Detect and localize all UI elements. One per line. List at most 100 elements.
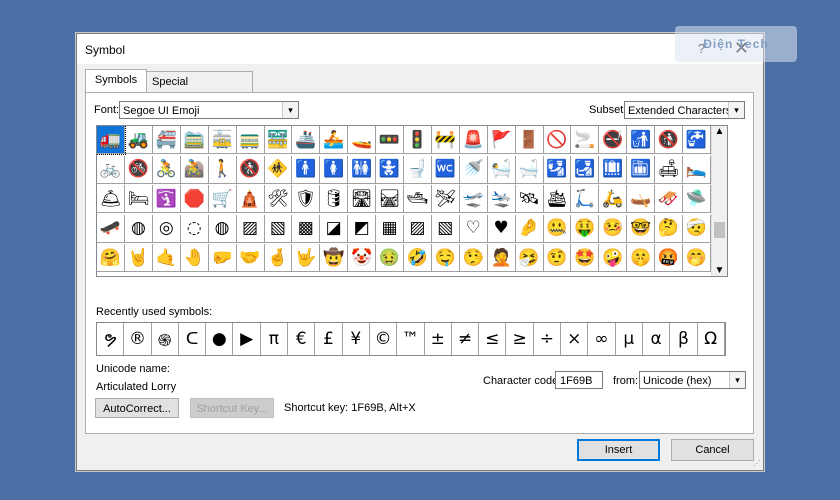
symbol-cell[interactable]: 🛰 [515,185,544,213]
symbol-cell[interactable]: 🤗 [97,244,125,272]
symbol-cell[interactable]: 🛂 [543,155,572,184]
symbol-cell[interactable]: 🚤 [348,126,377,154]
recent-symbol-cell[interactable]: ± [425,323,452,355]
recent-symbol-cell[interactable]: £ [315,323,343,355]
symbol-cell[interactable]: 🛒 [208,185,237,213]
recent-symbol-cell[interactable]: ∞ [588,323,616,355]
symbol-grid[interactable]: 🤭 🤬 🤫 🤪 🤩 🤨 🤧 🤦 🤥 🤤 🤣 🤢 🤡 🤠 🤟 🤞 🤝 🤛 🤚 🤙 🤘 🤗 🤕 🤔 🤓 🤒 🤑 🤐 🤌 ♥ ♡ ▧ ▨ ▦ ◩ ◪ ▩ ▧ ▨ ◍… [96,125,728,277]
symbol-cell[interactable]: 🛳 [543,185,572,213]
symbol-cell[interactable]: 🤣 [403,244,432,272]
symbol-cell[interactable]: 🚜 [124,126,153,154]
symbol-cell[interactable]: 🛡 [292,185,321,213]
symbol-cell[interactable]: 🤠 [320,244,349,272]
symbol-cell[interactable]: 🛤 [376,185,404,213]
recent-symbol-cell[interactable]: ֍ [152,323,179,355]
symbol-cell[interactable]: 🚛 [97,126,126,155]
symbol-cell[interactable]: 🚞 [180,126,209,154]
symbol-cell[interactable]: 🚾 [431,155,460,184]
grid-scrollbar[interactable]: ▲ ▼ [711,126,727,276]
symbol-cell[interactable]: 🛐 [152,185,181,213]
symbol-cell[interactable]: 🛬 [487,185,516,213]
scroll-thumb[interactable] [714,222,725,238]
symbol-cell[interactable]: 🚿 [459,155,488,184]
symbol-cell[interactable]: 🛵 [599,185,628,213]
symbol-cell[interactable]: 🚯 [655,126,683,154]
char-code-input[interactable]: 1F69B [555,371,603,389]
symbol-cell[interactable]: 🛹 [97,214,125,243]
symbol-cell[interactable]: 🤡 [348,244,377,272]
symbol-cell[interactable]: 🚣 [320,126,349,154]
symbol-cell[interactable]: 🚳 [124,155,153,184]
symbol-cell[interactable]: 🚋 [208,126,237,154]
symbol-cell[interactable]: 🤌 [515,214,544,243]
recent-symbol-cell[interactable]: π [261,323,289,355]
symbol-cell[interactable]: 🤐 [543,214,572,243]
symbol-cell[interactable]: 🛏 [124,185,153,213]
symbol-cell[interactable]: 🚩 [487,126,516,154]
symbol-cell[interactable]: 🤪 [599,244,628,272]
symbol-cell[interactable]: 🤑 [571,214,600,243]
symbol-cell[interactable]: 🤦 [487,244,516,272]
symbol-cell[interactable]: 🛩 [431,185,460,213]
symbol-cell[interactable]: ♡ [459,214,488,243]
recent-symbol-cell[interactable]: ¥ [343,323,370,355]
insert-button[interactable]: Insert [577,439,660,461]
symbol-cell[interactable]: 🤒 [599,214,628,243]
symbol-cell[interactable]: 🚭 [599,126,628,154]
symbol-cell[interactable]: 🚽 [403,155,432,184]
resize-grip-icon[interactable]: ⋰ [753,459,761,468]
recent-symbol-cell[interactable]: © [370,323,398,355]
symbol-cell[interactable]: ◎ [152,214,181,243]
symbol-cell[interactable]: 🚸 [264,155,293,184]
symbol-cell[interactable]: 🛌 [682,155,711,184]
symbol-cell[interactable]: 🚪 [515,126,544,154]
symbol-cell[interactable]: 🛑 [180,185,209,213]
symbol-cell[interactable]: ◪ [320,214,349,243]
symbol-cell[interactable]: 🛷 [655,185,683,213]
symbol-cell[interactable]: 🤤 [431,244,460,272]
symbol-cell[interactable]: 🤝 [236,244,265,272]
symbol-cell[interactable]: ▩ [292,214,321,243]
symbol-cell[interactable]: 🤔 [655,214,683,243]
symbol-cell[interactable]: 🤢 [376,244,404,272]
recent-symbol-cell[interactable]: ຯ [97,323,125,355]
symbol-cell[interactable]: 🚧 [431,126,460,154]
font-dropdown[interactable]: Segoe UI Emoji ▾ [119,101,299,119]
symbol-cell[interactable]: 🤭 [682,244,711,272]
symbol-cell[interactable]: 🚶 [208,155,237,184]
symbol-cell[interactable]: ▦ [376,214,404,243]
recent-symbol-cell[interactable]: Ω [698,323,725,355]
symbol-cell[interactable]: ♥ [487,214,516,243]
symbol-cell[interactable]: 🚃 [236,126,265,154]
recent-symbol-cell[interactable]: β [670,323,698,355]
symbol-cell[interactable]: 🤕 [682,214,711,243]
symbol-cell[interactable]: 🚦 [403,126,432,154]
symbol-cell[interactable]: 🚝 [152,126,181,154]
autocorrect-button[interactable]: AutoCorrect... [95,398,179,418]
symbol-cell[interactable]: 🛁 [515,155,544,184]
tab-symbols[interactable]: Symbols [85,69,147,92]
symbol-cell[interactable]: 🤛 [208,244,237,272]
recent-symbol-cell[interactable]: ≤ [479,323,507,355]
symbol-cell[interactable]: 🤓 [627,214,656,243]
symbol-cell[interactable]: 🚼 [376,155,404,184]
symbol-cell[interactable]: 🛴 [571,185,600,213]
symbol-cell[interactable]: 🚢 [292,126,321,154]
cancel-button[interactable]: Cancel [671,439,754,461]
symbol-cell[interactable]: 🛸 [682,185,711,213]
symbol-cell[interactable]: 🚲 [97,155,125,184]
symbol-cell[interactable]: 🚷 [236,155,265,184]
symbol-cell[interactable]: 🚬 [571,126,600,154]
symbol-cell[interactable]: 🚻 [348,155,377,184]
symbol-cell[interactable]: 🚫 [543,126,572,154]
symbol-cell[interactable]: ◩ [348,214,377,243]
recent-symbol-cell[interactable]: ● [206,323,234,355]
symbol-cell[interactable]: ◌ [180,214,209,243]
symbol-cell[interactable]: 🛄 [599,155,628,184]
symbol-cell[interactable]: 🛃 [571,155,600,184]
recent-symbol-cell[interactable]: α [643,323,671,355]
symbol-cell[interactable]: ◍ [124,214,153,243]
symbol-cell[interactable]: ▨ [403,214,432,243]
symbol-cell[interactable]: ▧ [431,214,460,243]
symbol-cell[interactable]: 🛫 [459,185,488,213]
